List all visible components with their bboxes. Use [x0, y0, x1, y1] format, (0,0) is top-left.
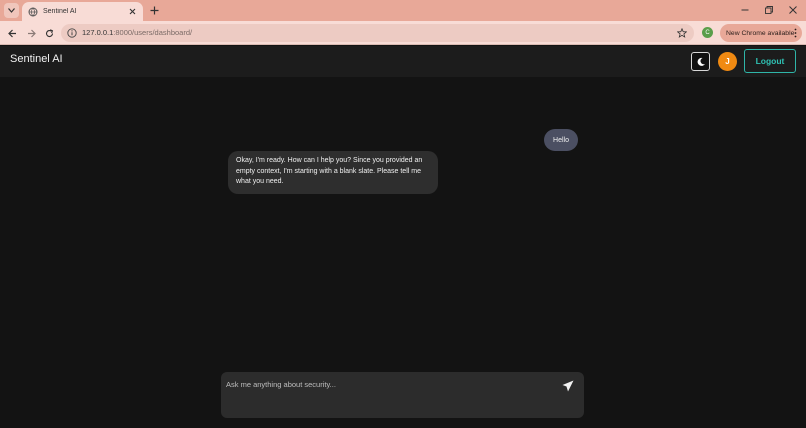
user-avatar[interactable]: J: [718, 52, 737, 71]
close-icon[interactable]: [127, 7, 137, 17]
back-icon: [7, 29, 16, 37]
theme-toggle-button[interactable]: [691, 52, 710, 71]
assistant-message: Okay, I'm ready. How can I help you? Sin…: [228, 151, 438, 194]
forward-button[interactable]: [24, 26, 38, 40]
site-info-icon[interactable]: [66, 27, 78, 39]
restore-button[interactable]: [762, 3, 776, 17]
browser-toolbar: 127.0.0.1:8000/users/dashboard/ C New Ch…: [0, 21, 806, 45]
browser-tab[interactable]: Sentinel AI: [22, 2, 143, 21]
forward-icon: [27, 29, 36, 37]
app-header: Sentinel AI: [0, 46, 806, 77]
address-bar[interactable]: 127.0.0.1:8000/users/dashboard/: [61, 24, 694, 42]
tab-list-icon: [8, 8, 15, 13]
url-text: 127.0.0.1:8000/users/dashboard/: [82, 28, 192, 37]
back-button[interactable]: [5, 26, 19, 40]
brand-title: Sentinel AI: [10, 53, 63, 65]
minimize-button[interactable]: [738, 3, 752, 17]
update-chip-label: New Chrome available: [726, 29, 795, 37]
tab-title: Sentinel AI: [43, 8, 77, 15]
kebab-menu-icon[interactable]: [792, 27, 798, 39]
profile-avatar[interactable]: C: [702, 27, 713, 38]
message-input[interactable]: [226, 377, 546, 391]
minimize-icon: [741, 9, 749, 11]
globe-icon: [28, 7, 38, 17]
chrome-update-chip[interactable]: New Chrome available: [720, 24, 802, 42]
url-host: 127.0.0.1: [82, 28, 114, 37]
restore-icon: [765, 6, 773, 14]
browser-tab-strip: Sentinel AI: [0, 0, 806, 21]
reload-button[interactable]: [42, 26, 56, 40]
url-path: :8000/users/dashboard/: [113, 28, 193, 37]
new-tab-button[interactable]: [148, 4, 160, 16]
moon-icon: [697, 57, 705, 66]
close-window-button[interactable]: [786, 3, 800, 17]
plus-icon: [150, 6, 158, 14]
chat-area: Hello Okay, I'm ready. How can I help yo…: [0, 77, 806, 428]
logout-button[interactable]: Logout: [744, 49, 796, 73]
user-message: Hello: [544, 129, 578, 151]
reload-icon: [45, 28, 53, 37]
send-icon: [562, 380, 574, 392]
send-button[interactable]: [561, 379, 575, 393]
message-composer: [221, 372, 584, 418]
star-icon[interactable]: [676, 27, 688, 39]
close-icon: [789, 6, 797, 14]
tab-list-button[interactable]: [4, 3, 19, 18]
